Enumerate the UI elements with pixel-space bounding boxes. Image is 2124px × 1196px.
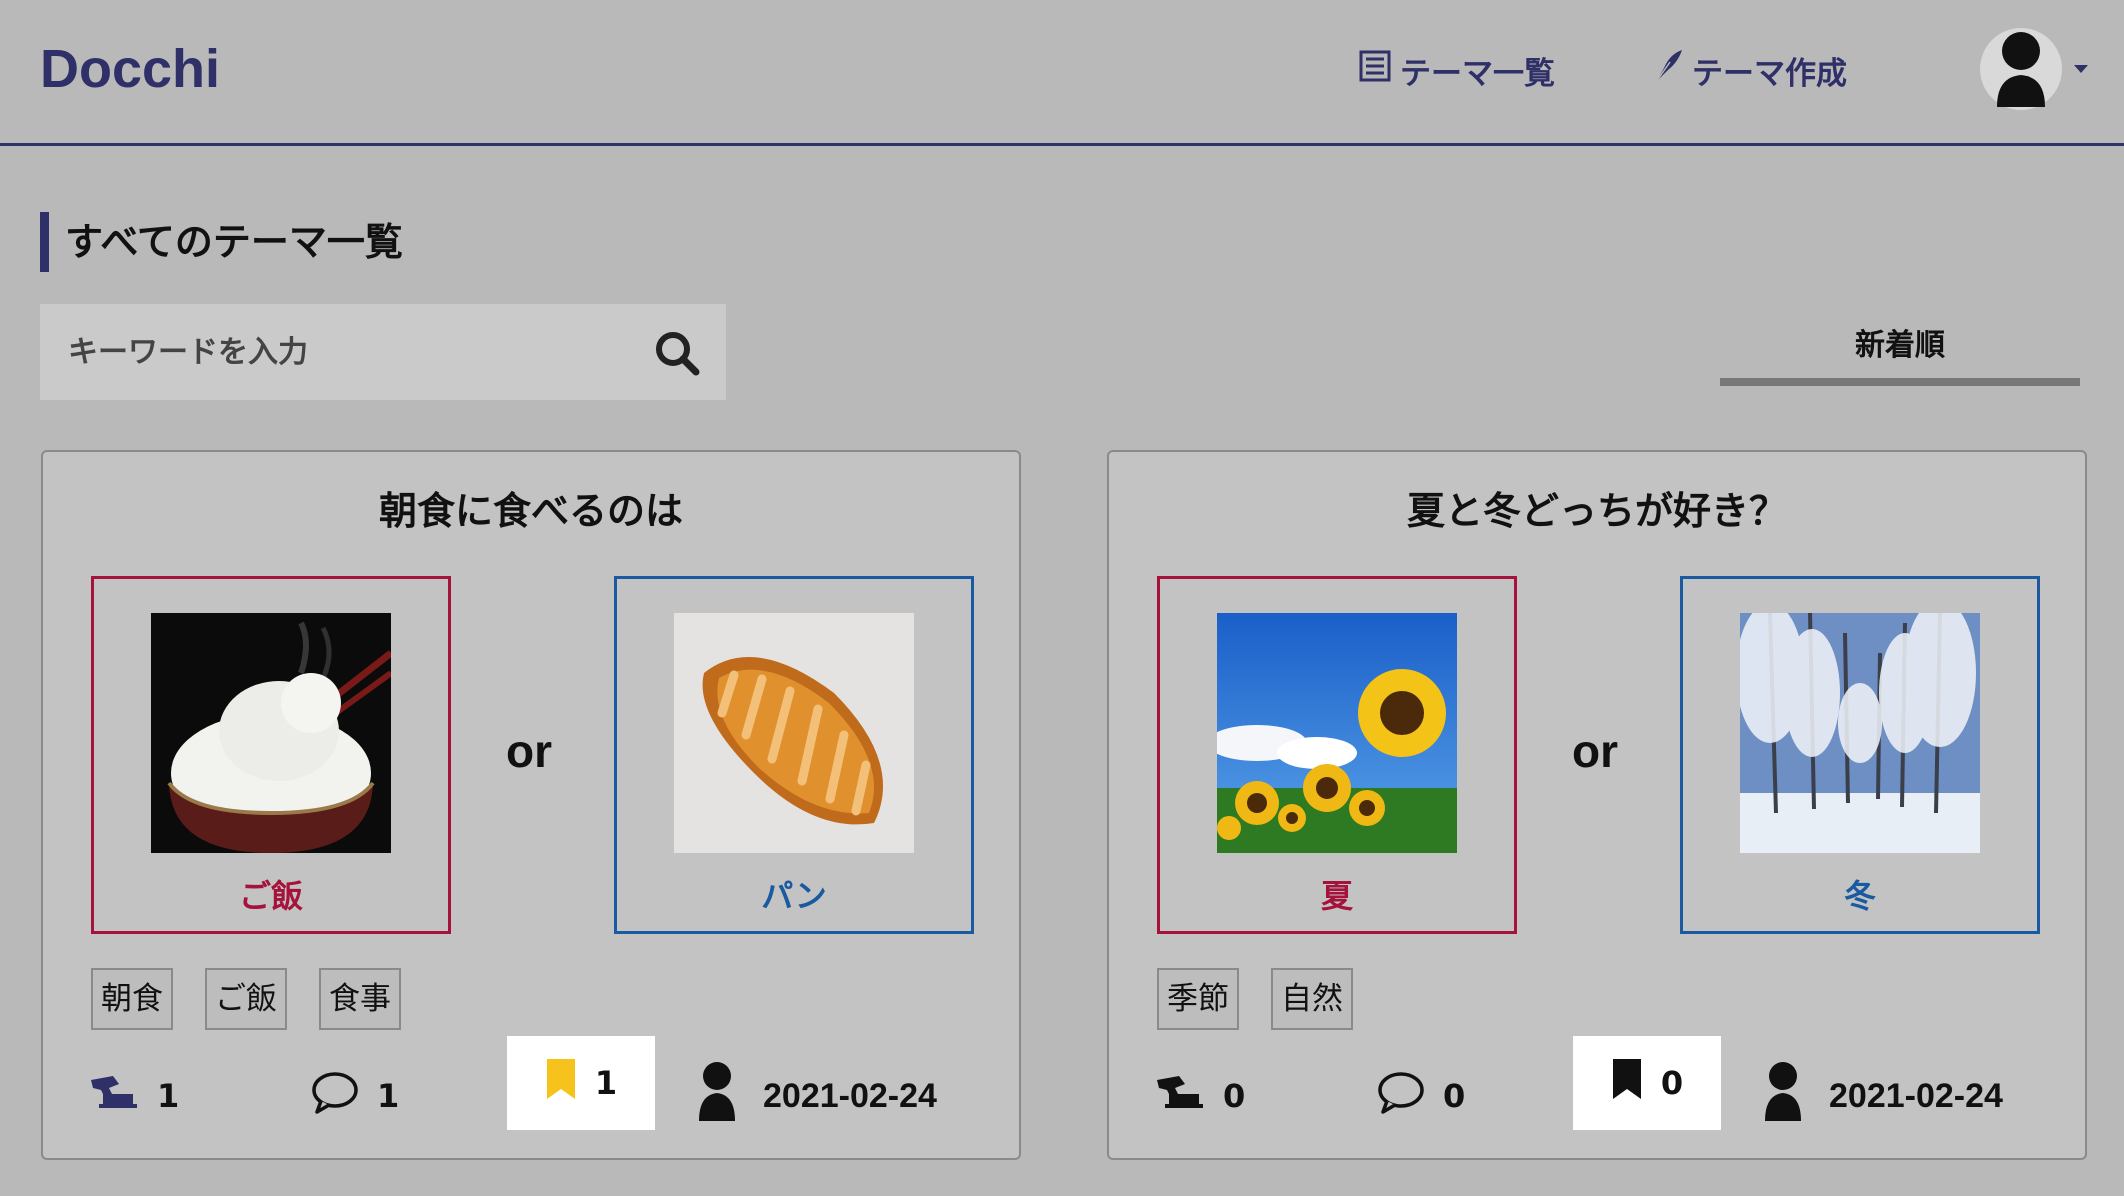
- search-input[interactable]: [68, 304, 628, 400]
- bookmark-icon: [1611, 1057, 1643, 1109]
- theme-card[interactable]: 夏と冬どっちが好き？ 夏 or 冬 季節 自然 0 0 0 2021-02-24: [1107, 450, 2087, 1160]
- post-date: 2021-02-24: [1829, 1076, 2003, 1115]
- app-header: Docchi テーマ一覧 テーマ作成: [0, 0, 2124, 146]
- comment-count-value: 0: [1443, 1077, 1466, 1115]
- app-logo[interactable]: Docchi: [40, 38, 220, 100]
- nav-theme-list-label: テーマ一覧: [1400, 55, 1555, 92]
- bookmark-button[interactable]: 0: [1573, 1036, 1721, 1130]
- option-a-button[interactable]: 夏: [1157, 576, 1517, 934]
- option-a-button[interactable]: ご飯: [91, 576, 451, 934]
- theme-title[interactable]: 夏と冬どっちが好き？: [1109, 480, 2085, 535]
- bookmark-count-value: 1: [594, 1064, 618, 1102]
- bookmark-filled-icon: [545, 1057, 577, 1109]
- option-a-label: 夏: [1320, 877, 1353, 915]
- search-box: [40, 304, 726, 400]
- post-date: 2021-02-24: [763, 1076, 937, 1115]
- vote-icon: [1155, 1074, 1205, 1118]
- feather-icon: [1652, 48, 1684, 92]
- user-menu-toggle[interactable]: [1980, 26, 2090, 112]
- or-separator: or: [1572, 725, 1618, 777]
- list-icon: [1358, 49, 1392, 91]
- tag[interactable]: 自然: [1271, 968, 1353, 1030]
- user-icon[interactable]: [1765, 1061, 1801, 1132]
- tag[interactable]: 朝食: [91, 968, 173, 1030]
- bookmark-count-value: 0: [1660, 1064, 1684, 1102]
- nav-theme-create-label: テーマ作成: [1692, 55, 1847, 92]
- author-date: 2021-02-24: [699, 1061, 937, 1128]
- vote-count-value: 1: [157, 1077, 180, 1115]
- option-b-label: 冬: [1843, 877, 1876, 915]
- bread-image: [674, 613, 914, 853]
- nav-theme-list[interactable]: テーマ一覧: [1358, 48, 1555, 92]
- tag[interactable]: 季節: [1157, 968, 1239, 1030]
- option-a-label: ご飯: [238, 877, 303, 915]
- comment-icon: [311, 1070, 359, 1122]
- tag-list: 季節 自然: [1157, 968, 1353, 1030]
- chevron-down-icon: [2074, 65, 2088, 73]
- option-b-label: パン: [761, 877, 827, 915]
- user-icon[interactable]: [699, 1061, 735, 1132]
- user-avatar-icon: [1980, 28, 2062, 110]
- rice-bowl-image: [151, 613, 391, 853]
- vote-count-value: 0: [1223, 1077, 1246, 1115]
- tag[interactable]: ご飯: [205, 968, 287, 1030]
- bookmark-button[interactable]: 1: [507, 1036, 655, 1130]
- comment-count[interactable]: 0: [1377, 1064, 1465, 1128]
- theme-title[interactable]: 朝食に食べるのは: [43, 480, 1019, 535]
- tag-list: 朝食 ご飯 食事: [91, 968, 401, 1030]
- or-separator: or: [506, 725, 552, 777]
- author-date: 2021-02-24: [1765, 1061, 2003, 1128]
- nav-theme-create[interactable]: テーマ作成: [1652, 48, 1847, 92]
- sunflower-image: [1217, 613, 1457, 853]
- option-b-button[interactable]: 冬: [1680, 576, 2040, 934]
- comment-count[interactable]: 1: [311, 1064, 399, 1128]
- page-title: すべてのテーマ一覧: [40, 212, 403, 272]
- option-b-button[interactable]: パン: [614, 576, 974, 934]
- vote-count: 0: [1155, 1064, 1245, 1128]
- search-icon[interactable]: [654, 330, 700, 376]
- vote-icon: [89, 1074, 139, 1118]
- comment-count-value: 1: [377, 1077, 400, 1115]
- comment-icon: [1377, 1070, 1425, 1122]
- snowy-trees-image: [1740, 613, 1980, 853]
- vote-count: 1: [89, 1064, 179, 1128]
- tab-sort-newest[interactable]: 新着順: [1720, 320, 2080, 386]
- theme-card[interactable]: 朝食に食べるのは ご飯 or パン 朝食 ご飯 食事 1 1 1 2021-02…: [41, 450, 1021, 1160]
- tag[interactable]: 食事: [319, 968, 401, 1030]
